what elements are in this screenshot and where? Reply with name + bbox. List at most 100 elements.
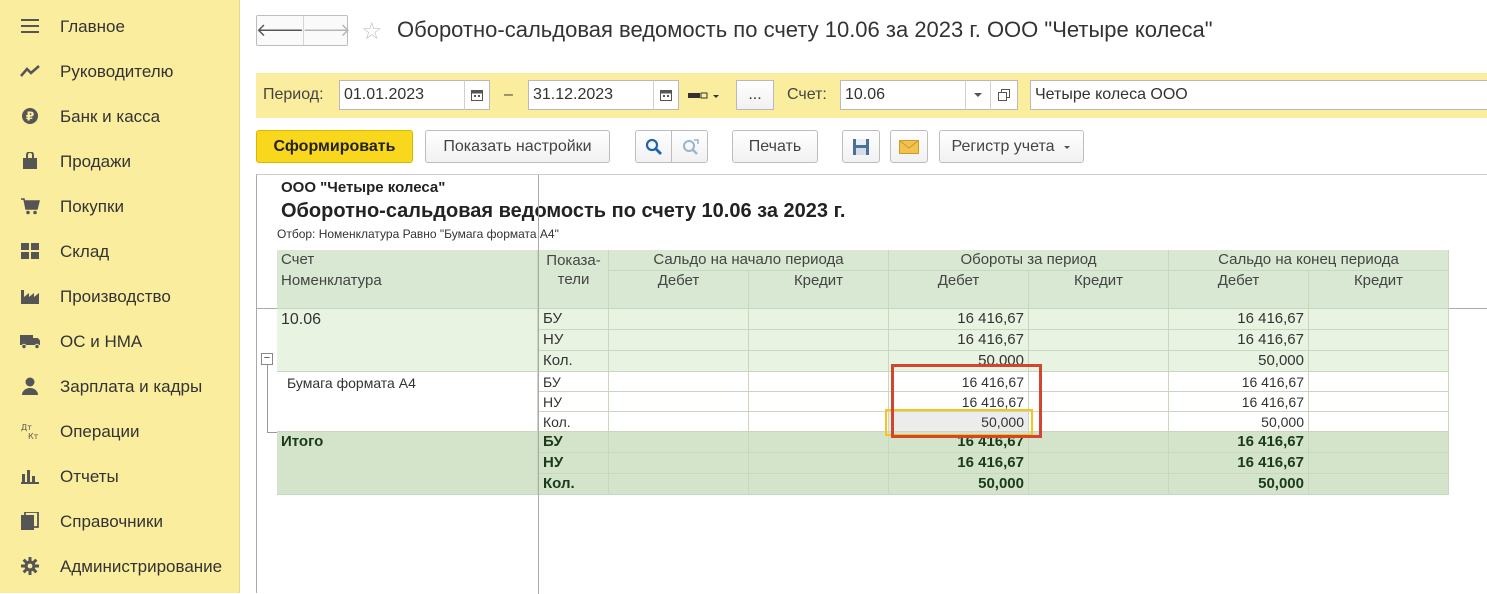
- detail-close-kt: [1309, 392, 1449, 412]
- header-closing-debit: Дебет: [1169, 271, 1309, 309]
- total-turn-dt-nu[interactable]: 16 416,67: [889, 453, 1029, 474]
- sidebar-item-operations[interactable]: Дт Кт Операции: [0, 414, 240, 448]
- sidebar-item-label: Банк и касса: [60, 107, 161, 126]
- group-turn-kt: [1029, 309, 1169, 330]
- collapse-group-toggle[interactable]: −: [261, 353, 273, 365]
- header-indicators: Показа- тели: [539, 250, 609, 309]
- group-turn-kt: [1029, 351, 1169, 372]
- print-button[interactable]: Печать: [732, 130, 818, 163]
- calendar-icon: [471, 90, 483, 101]
- sidebar-item-reports[interactable]: Отчеты: [0, 459, 240, 493]
- period-label: Период:: [263, 86, 324, 103]
- register-dropdown-button[interactable]: Регистр учета: [939, 130, 1084, 163]
- total-open-kt: [749, 432, 889, 453]
- sidebar-item-sales[interactable]: Продажи: [0, 144, 240, 178]
- save-icon: [853, 138, 869, 155]
- header-turnover: Обороты за период: [889, 250, 1169, 271]
- total-label: Итого: [277, 432, 538, 495]
- sidebar-item-main[interactable]: Главное: [0, 9, 240, 43]
- back-button[interactable]: 🡐: [256, 16, 304, 45]
- total-open-dt: [609, 474, 749, 495]
- calendar-to-button[interactable]: [653, 80, 679, 110]
- detail-open-kt: [749, 412, 889, 432]
- forward-button[interactable]: 🡒: [302, 16, 351, 45]
- show-settings-button[interactable]: Показать настройки: [425, 130, 610, 163]
- calendar-from-button[interactable]: [464, 80, 490, 110]
- search-refresh-icon: [682, 138, 699, 155]
- detail-item-name[interactable]: Бумага формата А4: [277, 372, 538, 432]
- group-turn-dt-nu[interactable]: 16 416,67: [889, 330, 1029, 351]
- detail-close-dt-qty[interactable]: 50,000: [1169, 412, 1309, 432]
- detail-open-dt: [609, 372, 749, 392]
- header-turnover-debit: Дебет: [889, 271, 1029, 309]
- group-account-name[interactable]: 10.06: [277, 309, 538, 372]
- report-sheet: ООО "Четыре колеса" Оборотно-сальдовая в…: [256, 174, 1487, 594]
- warehouse-icon: [20, 242, 40, 260]
- group-open-kt: [749, 351, 889, 372]
- group-ind-qty: Кол.: [539, 351, 609, 372]
- detail-turn-kt: [1029, 412, 1169, 432]
- sidebar-item-purchases[interactable]: Покупки: [0, 189, 240, 223]
- search-button[interactable]: [635, 130, 672, 163]
- period-select-button[interactable]: ...: [736, 80, 774, 110]
- header-closing: Сальдо на конец периода: [1169, 250, 1449, 271]
- total-close-dt-qty[interactable]: 50,000: [1169, 474, 1309, 495]
- total-close-dt-bu[interactable]: 16 416,67: [1169, 432, 1309, 453]
- sidebar-item-manager[interactable]: Руководителю: [0, 54, 240, 88]
- sidebar-item-salary[interactable]: Зарплата и кадры: [0, 369, 240, 403]
- report-title: Оборотно-сальдовая ведомость по счету 10…: [281, 200, 846, 222]
- group-close-dt-bu[interactable]: 16 416,67: [1169, 309, 1309, 330]
- period-type-dropdown[interactable]: [688, 87, 722, 103]
- sidebar-item-references[interactable]: Справочники: [0, 504, 240, 538]
- cart-icon: [20, 197, 40, 215]
- sidebar-item-label: Операции: [60, 422, 140, 441]
- group-close-dt-nu[interactable]: 16 416,67: [1169, 330, 1309, 351]
- detail-ind-bu: БУ: [539, 372, 609, 392]
- sidebar-item-bank[interactable]: ₽ Банк и касса: [0, 99, 240, 133]
- group-open-dt: [609, 351, 749, 372]
- group-turn-kt: [1029, 330, 1169, 351]
- detail-open-kt: [749, 392, 889, 412]
- open-window-icon: [998, 89, 1010, 101]
- sidebar-item-assets[interactable]: ОС и НМА: [0, 324, 240, 358]
- header-turnover-credit: Кредит: [1029, 271, 1169, 309]
- account-input[interactable]: 10.06: [840, 80, 966, 110]
- organization-input[interactable]: Четыре колеса ООО: [1030, 80, 1487, 110]
- total-open-dt: [609, 432, 749, 453]
- group-close-dt-qty[interactable]: 50,000: [1169, 351, 1309, 372]
- period-bar-icon: [688, 92, 719, 99]
- detail-turn-kt: [1029, 392, 1169, 412]
- group-ind-nu: НУ: [539, 330, 609, 351]
- detail-close-dt-bu[interactable]: 16 416,67: [1169, 372, 1309, 392]
- sidebar-item-warehouse[interactable]: Склад: [0, 234, 240, 268]
- total-ind-bu: БУ: [539, 432, 609, 453]
- detail-close-kt: [1309, 372, 1449, 392]
- total-close-dt-nu[interactable]: 16 416,67: [1169, 453, 1309, 474]
- generate-button[interactable]: Сформировать: [256, 130, 413, 163]
- tree-line: [267, 361, 268, 433]
- calendar-icon: [660, 90, 672, 101]
- header-opening-debit: Дебет: [609, 271, 749, 309]
- detail-close-dt-nu[interactable]: 16 416,67: [1169, 392, 1309, 412]
- sidebar-item-admin[interactable]: Администрирование: [0, 549, 240, 583]
- total-open-kt: [749, 453, 889, 474]
- group-open-kt: [749, 330, 889, 351]
- date-from-input[interactable]: 01.01.2023: [339, 80, 465, 110]
- sidebar-item-production[interactable]: Производство: [0, 279, 240, 313]
- email-button[interactable]: [890, 130, 928, 163]
- total-ind-qty: Кол.: [539, 474, 609, 495]
- date-to-input[interactable]: 31.12.2023: [528, 80, 654, 110]
- header-opening-credit: Кредит: [749, 271, 889, 309]
- truck-icon: [20, 332, 40, 350]
- group-turn-dt-bu[interactable]: 16 416,67: [889, 309, 1029, 330]
- save-button[interactable]: [842, 130, 880, 163]
- account-open-button[interactable]: [990, 80, 1018, 110]
- account-dropdown-button[interactable]: [965, 80, 991, 110]
- sidebar-item-label: Администрирование: [60, 557, 223, 576]
- detail-ind-nu: НУ: [539, 392, 609, 412]
- detail-ind-qty: Кол.: [539, 412, 609, 432]
- favorite-star-icon[interactable]: ☆: [361, 17, 383, 46]
- total-open-dt: [609, 453, 749, 474]
- total-turn-dt-qty[interactable]: 50,000: [889, 474, 1029, 495]
- search-reset-button[interactable]: [671, 130, 708, 163]
